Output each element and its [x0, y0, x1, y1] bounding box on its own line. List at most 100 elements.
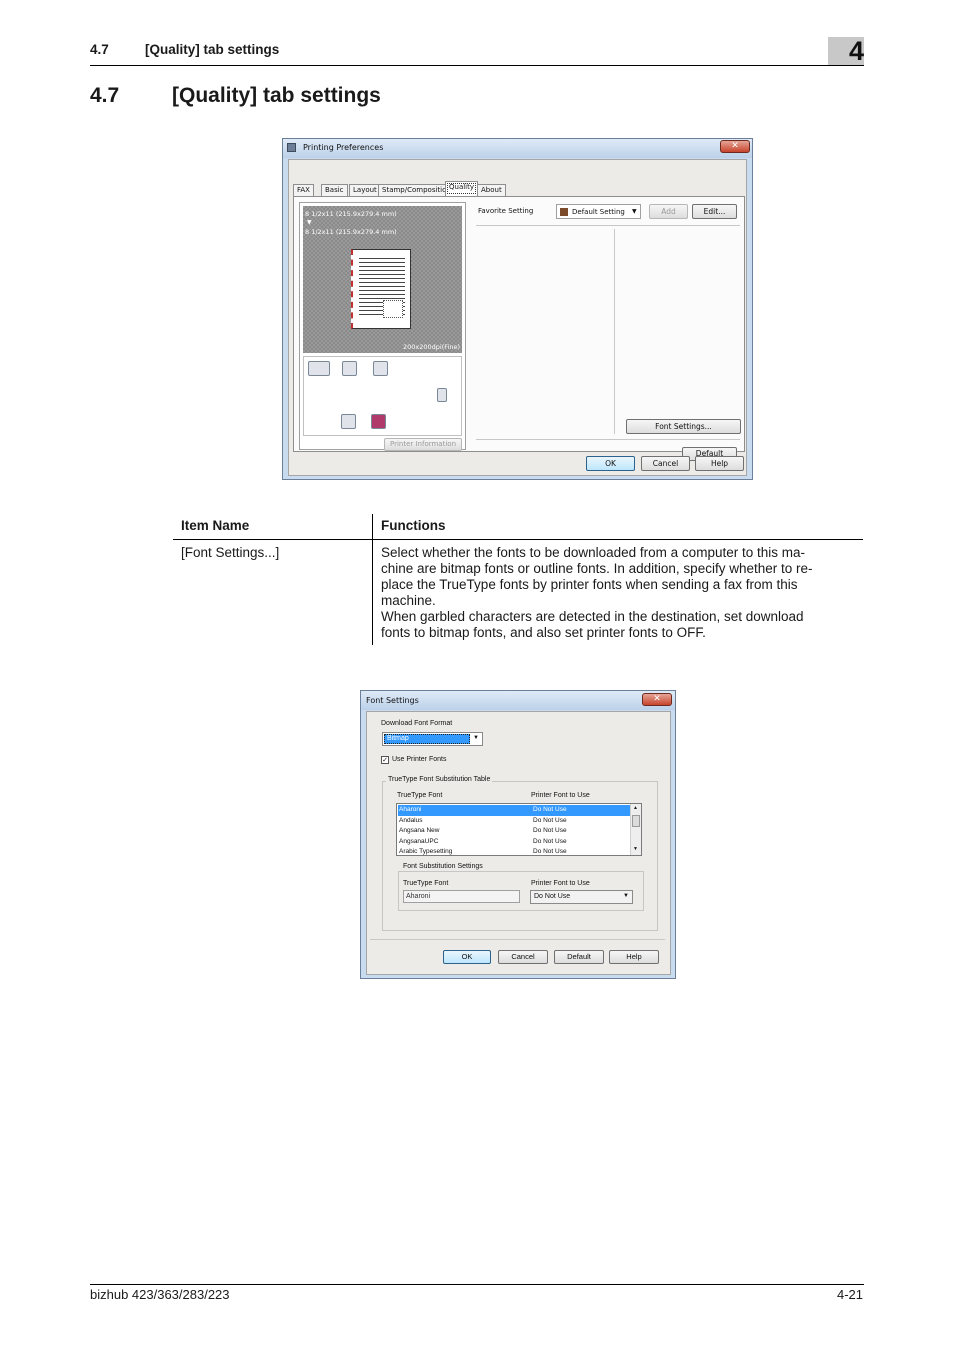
footer-rule — [90, 1284, 864, 1285]
tab-about[interactable]: About — [477, 184, 506, 196]
favorite-setting-select[interactable]: Default Setting ▼ — [556, 204, 641, 219]
chevron-down-icon: ▼ — [623, 893, 629, 899]
separator — [476, 225, 740, 226]
use-printer-fonts-label: Use Printer Fonts — [392, 756, 447, 763]
chevron-down-icon: ▼ — [473, 735, 479, 741]
list-item-font: Andalus — [399, 816, 423, 824]
table-cell-item: [Font Settings...] — [181, 545, 280, 560]
stamp-mark — [383, 300, 403, 318]
function-line: chine are bitmap fonts or outline fonts.… — [381, 561, 813, 576]
list-item-printer-font: Do Not Use — [533, 827, 567, 834]
dialog-body: FAX Basic Layout Stamp/Composition Quali… — [288, 159, 747, 476]
list-item-font: Angsana New — [399, 827, 440, 834]
list-item-font: Arabic Typesetting — [399, 848, 453, 855]
favorite-icon — [560, 208, 568, 216]
table-column-divider — [372, 514, 373, 645]
separator-bottom — [476, 439, 740, 440]
font-settings-button[interactable]: Font Settings... — [626, 419, 741, 434]
font-settings-title-bar: Font Settings ✕ — [361, 691, 675, 710]
printer-icon — [287, 143, 296, 152]
window-title: Printing Preferences — [303, 143, 384, 152]
tab-basic[interactable]: Basic — [321, 184, 348, 196]
list-item[interactable]: AngsanaUPC Do Not Use — [398, 837, 630, 848]
ok-button[interactable]: OK — [586, 456, 635, 471]
list-item[interactable]: Andalus Do Not Use — [398, 816, 630, 827]
edit-button[interactable]: Edit... — [692, 204, 737, 219]
list-item-font: AngsanaUPC — [399, 837, 439, 845]
user-settings-icon — [371, 414, 386, 429]
user-icon — [341, 414, 356, 429]
footer-product: bizhub 423/363/283/223 — [90, 1287, 230, 1302]
sub-printer-value: Do Not Use — [534, 893, 571, 900]
layout-icon — [308, 361, 330, 376]
list-item[interactable]: Angsana New Do Not Use — [398, 826, 630, 837]
column-truetype-font: TrueType Font — [397, 792, 443, 799]
pane-divider — [614, 229, 615, 434]
table-cell-functions: Select whether the fonts to be downloade… — [381, 545, 813, 641]
cancel-button[interactable]: Cancel — [641, 456, 690, 471]
tab-layout[interactable]: Layout — [349, 184, 381, 196]
scroll-down-icon[interactable]: ▼ — [633, 846, 638, 852]
download-font-format-value: Bitmap — [387, 735, 409, 742]
section-title: 4.7 [Quality] tab settings — [90, 84, 381, 108]
function-line: place the TrueType fonts by printer font… — [381, 577, 798, 592]
scroll-thumb[interactable] — [632, 815, 640, 827]
table-header-functions: Functions — [381, 518, 446, 533]
function-line: When garbled characters are detected in … — [381, 609, 804, 624]
column-printer-font: Printer Font to Use — [531, 792, 590, 799]
preview-pane: 8 1/2x11 (215.9x279.4 mm) ▼ 8 1/2x11 (21… — [299, 202, 466, 451]
chevron-down-icon: ▼ — [632, 208, 637, 215]
download-font-format-select[interactable]: Bitmap ▼ — [382, 732, 483, 746]
table-header-item-name: Item Name — [181, 518, 250, 533]
title-bar: Printing Preferences ✕ — [283, 139, 752, 158]
page-thumbnail — [351, 249, 411, 329]
favorite-setting-label: Favorite Setting — [478, 207, 534, 215]
printer-information-button[interactable]: Printer Information — [384, 438, 462, 451]
tab-page: 8 1/2x11 (215.9x279.4 mm) ▼ 8 1/2x11 (21… — [293, 196, 745, 461]
scroll-up-icon[interactable]: ▲ — [633, 805, 638, 811]
font-settings-title: Font Settings — [366, 696, 419, 705]
status-icons-area — [303, 356, 462, 436]
list-item-printer-font: Do Not Use — [533, 837, 567, 845]
chapter-number: 4 — [848, 36, 864, 66]
font-settings-default-button[interactable]: Default — [554, 950, 604, 964]
help-button[interactable]: Help — [695, 456, 744, 471]
small-page-icon — [437, 388, 447, 402]
function-line: fonts to bitmap fonts, and also set prin… — [381, 625, 706, 640]
font-settings-close-button[interactable]: ✕ — [642, 693, 672, 706]
list-scrollbar[interactable]: ▲ ▼ — [630, 804, 641, 855]
sub-truetype-field: Aharoni — [403, 890, 520, 903]
list-item-printer-font: Do Not Use — [533, 806, 567, 813]
footer-page-number: 4-21 — [836, 1287, 863, 1302]
font-settings-help-button[interactable]: Help — [609, 950, 659, 964]
function-line: Select whether the fonts to be downloade… — [381, 545, 805, 560]
function-line: machine. — [381, 593, 436, 608]
tab-fax[interactable]: FAX — [293, 184, 314, 196]
settings-check-icon — [342, 361, 357, 376]
font-settings-cancel-button[interactable]: Cancel — [498, 950, 548, 964]
add-button[interactable]: Add — [649, 204, 688, 219]
list-item[interactable]: Arabic Typesetting Do Not Use — [398, 847, 630, 855]
tab-quality[interactable]: Quality — [445, 181, 479, 196]
sub-printer-select[interactable]: Do Not Use ▼ — [530, 890, 633, 904]
running-header-number: 4.7 — [90, 42, 109, 57]
use-printer-fonts-checkbox[interactable]: ✓ — [381, 756, 389, 764]
printing-preferences-window: Printing Preferences ✕ FAX Basic Layout … — [282, 138, 753, 480]
substitution-list[interactable]: Aharoni Do Not Use Andalus Do Not Use Angs… — [396, 803, 642, 856]
document-icon — [373, 361, 388, 376]
section-title-number: 4.7 — [90, 84, 120, 107]
table-header-rule — [173, 539, 863, 540]
close-button[interactable]: ✕ — [720, 140, 750, 153]
font-settings-ok-button[interactable]: OK — [443, 950, 491, 964]
tab-stamp-composition[interactable]: Stamp/Composition — [378, 184, 455, 196]
section-title-text: [Quality] tab settings — [172, 84, 381, 107]
list-item[interactable]: Aharoni Do Not Use — [398, 805, 630, 816]
header-rule — [90, 65, 864, 66]
paper-preview: 8 1/2x11 (215.9x279.4 mm) ▼ 8 1/2x11 (21… — [303, 206, 462, 353]
running-header-title: [Quality] tab settings — [145, 42, 280, 57]
paper-size-original: 8 1/2x11 (215.9x279.4 mm) — [305, 210, 397, 218]
sub-truetype-label: TrueType Font — [403, 880, 449, 887]
list-item-printer-font: Do Not Use — [533, 816, 567, 824]
sub-printer-label: Printer Font to Use — [531, 880, 590, 887]
chapter-tab: 4 — [828, 37, 864, 65]
